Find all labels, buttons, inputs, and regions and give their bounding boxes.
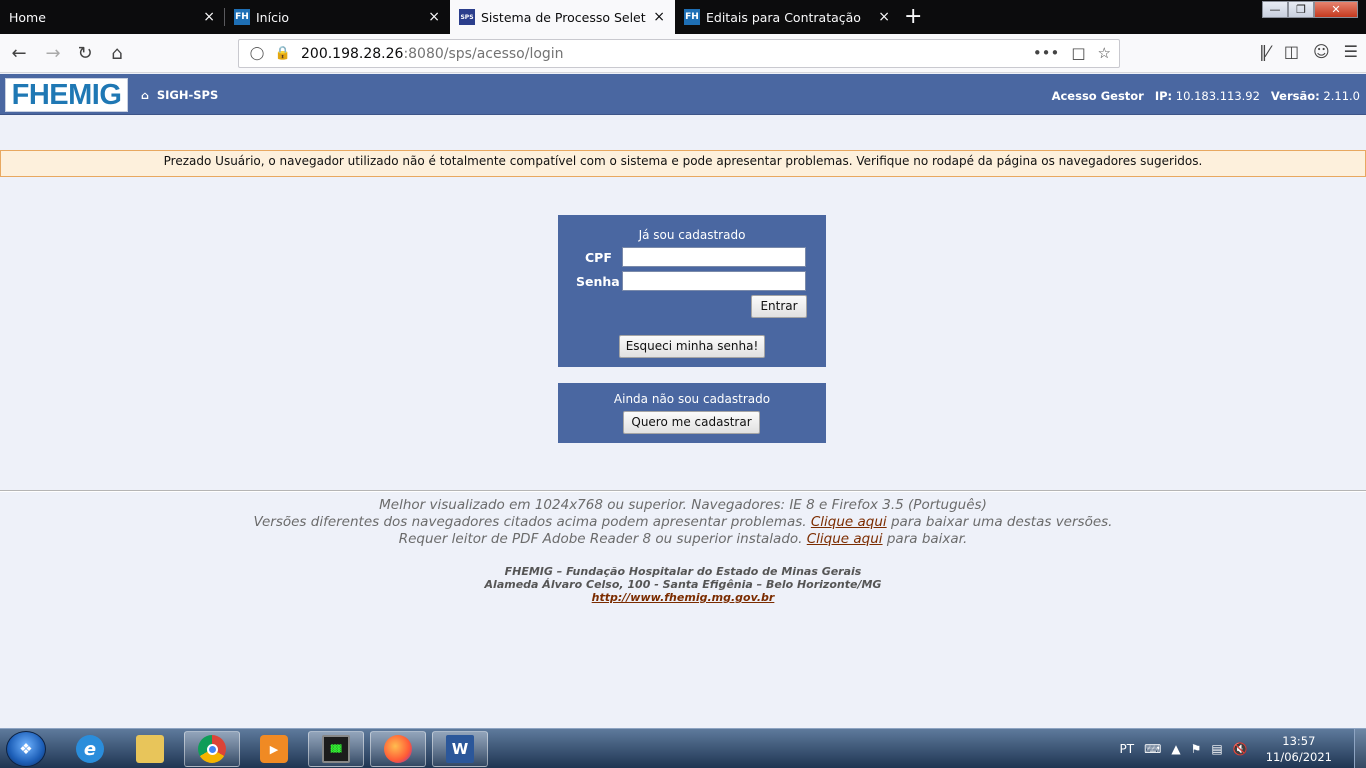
url-host: 200.198.28.26 xyxy=(301,45,404,62)
register-heading: Ainda não sou cadastrado xyxy=(613,392,771,406)
sps-icon: SPS xyxy=(459,9,475,25)
register-button[interactable]: Quero me cadastrar xyxy=(623,411,760,434)
forward-icon[interactable]: → xyxy=(42,42,64,64)
chrome-icon[interactable] xyxy=(184,731,240,767)
tab-inicio[interactable]: FH Início × xyxy=(225,0,450,34)
network-icon[interactable]: ▤ xyxy=(1211,742,1222,756)
clock-date: 11/06/2021 xyxy=(1265,750,1332,764)
senha-input[interactable] xyxy=(622,271,806,291)
home-link-label: SIGH-SPS xyxy=(156,88,219,102)
footer-line-2-text: Versões diferentes dos navegadores citad… xyxy=(253,514,807,530)
home-icon[interactable]: ⌂ xyxy=(106,42,128,64)
system-monitor-icon[interactable]: ▓▓ xyxy=(308,731,364,767)
volume-muted-icon[interactable]: 🔇 xyxy=(1233,742,1248,756)
reload-icon[interactable]: ↻ xyxy=(74,42,96,64)
home-icon: ⌂ xyxy=(141,88,149,102)
language-indicator[interactable]: PT xyxy=(1120,742,1135,756)
clock[interactable]: 13:57 11/06/2021 xyxy=(1266,733,1332,765)
versao-value: 2.11.0 xyxy=(1323,89,1360,103)
fh-icon: FH xyxy=(234,9,250,25)
org-website-link[interactable]: http://www.fhemig.mg.gov.br xyxy=(592,591,775,604)
windows-taskbar: ❖ e ▶ ▓▓ W PT ⌨ ▲ ⚑ ▤ 🔇 13:57 11/06/2021 xyxy=(0,728,1366,768)
show-desktop-button[interactable] xyxy=(1354,729,1366,768)
tab-close-icon[interactable]: × xyxy=(428,9,440,25)
menu-icon[interactable]: ☰ xyxy=(1344,42,1358,61)
sidebar-icon[interactable]: ◫ xyxy=(1284,42,1299,61)
tab-editais[interactable]: FH Editais para Contratação × xyxy=(675,0,900,34)
site-header: FHEMIG ⌂ SIGH-SPS Acesso Gestor IP: 10.1… xyxy=(0,74,1366,115)
header-info: Acesso Gestor IP: 10.183.113.92 Versão: … xyxy=(1052,89,1360,103)
footer-line-1: Melhor visualizado em 1024x768 ou superi… xyxy=(379,497,987,513)
download-adobe-reader-link[interactable]: Clique aqui xyxy=(807,531,883,547)
url-bar[interactable]: ◯ 🔒 200.198.28.26:8080/sps/acesso/login … xyxy=(238,39,1120,68)
tab-close-icon[interactable]: × xyxy=(203,9,215,25)
browser-warning-banner: Prezado Usuário, o navegador utilizado n… xyxy=(0,150,1366,177)
tab-close-icon[interactable]: × xyxy=(653,9,665,25)
pocket-icon[interactable]: □ xyxy=(1071,44,1085,62)
fhemig-logo[interactable]: FHEMIG xyxy=(5,78,128,112)
download-browsers-link[interactable]: Clique aqui xyxy=(811,514,887,530)
keyboard-icon[interactable]: ⌨ xyxy=(1144,742,1161,756)
firefox-icon[interactable] xyxy=(370,731,426,767)
file-explorer-icon[interactable] xyxy=(122,731,178,767)
word-icon[interactable]: W xyxy=(432,731,488,767)
login-heading: Já sou cadastrado xyxy=(638,228,746,242)
clock-time: 13:57 xyxy=(1282,734,1316,748)
tab-home[interactable]: Home × xyxy=(0,0,225,34)
footer-organization: FHEMIG – Fundação Hospitalar do Estado d… xyxy=(0,565,1366,604)
ip-value: 10.183.113.92 xyxy=(1175,89,1260,103)
window-close-icon[interactable]: ✕ xyxy=(1314,1,1358,18)
internet-explorer-icon[interactable]: e xyxy=(62,731,118,767)
ip-label: IP: xyxy=(1154,89,1173,103)
footer-divider xyxy=(0,490,1366,492)
login-panel: Já sou cadastrado CPF Senha Entrar Esque… xyxy=(558,215,826,367)
minimize-icon[interactable]: — xyxy=(1262,1,1288,18)
footer-browser-info: Melhor visualizado em 1024x768 ou superi… xyxy=(0,497,1366,548)
org-name: FHEMIG – Fundação Hospitalar do Estado d… xyxy=(504,565,862,578)
cpf-input[interactable] xyxy=(622,247,806,267)
library-icon[interactable]: ‖⁄ xyxy=(1259,42,1270,61)
account-icon[interactable]: ☺ xyxy=(1313,42,1330,61)
versao-label: Versão: xyxy=(1270,89,1320,103)
url-path: :8080/sps/acesso/login xyxy=(403,45,564,62)
url-text[interactable]: 200.198.28.26:8080/sps/acesso/login xyxy=(301,46,564,62)
new-tab-icon[interactable]: + xyxy=(904,4,922,29)
window-controls: — ❐ ✕ xyxy=(1262,1,1358,18)
media-player-icon[interactable]: ▶ xyxy=(246,731,302,767)
register-panel: Ainda não sou cadastrado Quero me cadast… xyxy=(558,383,826,443)
entrar-button[interactable]: Entrar xyxy=(751,295,807,318)
tab-title: Home xyxy=(9,9,46,25)
forgot-password-button[interactable]: Esqueci minha senha! xyxy=(619,335,765,358)
footer-line-3-suffix: para baixar. xyxy=(886,531,968,547)
tab-close-icon[interactable]: × xyxy=(878,9,890,25)
footer-line-2: Versões diferentes dos navegadores citad… xyxy=(0,514,1366,531)
footer-line-2-suffix: para baixar uma destas versões. xyxy=(890,514,1113,530)
bookmark-star-icon[interactable]: ☆ xyxy=(1098,44,1111,62)
system-tray: PT ⌨ ▲ ⚑ ▤ 🔇 13:57 11/06/2021 xyxy=(1120,729,1366,768)
tab-title: Sistema de Processo Seletivo - F xyxy=(481,9,646,25)
fh-icon: FH xyxy=(684,9,700,25)
tab-title: Editais para Contratação xyxy=(706,9,861,25)
insecure-lock-icon[interactable]: 🔒 xyxy=(273,46,293,61)
page-actions-icon[interactable]: ••• xyxy=(1033,44,1060,62)
tab-sistema-processo-seletivo[interactable]: SPS Sistema de Processo Seletivo - F × xyxy=(450,0,675,34)
browser-tab-strip: Home × FH Início × SPS Sistema de Proces… xyxy=(0,0,1366,34)
restore-icon[interactable]: ❐ xyxy=(1288,1,1314,18)
back-icon[interactable]: ← xyxy=(8,42,30,64)
footer-line-3: Requer leitor de PDF Adobe Reader 8 ou s… xyxy=(0,531,1366,548)
browser-nav-bar: ← → ↻ ⌂ ◯ 🔒 200.198.28.26:8080/sps/acess… xyxy=(0,34,1366,73)
start-button[interactable]: ❖ xyxy=(6,731,46,767)
cpf-label: CPF xyxy=(585,250,612,265)
shield-icon[interactable]: ◯ xyxy=(247,46,267,61)
home-link[interactable]: ⌂ SIGH-SPS xyxy=(141,88,218,102)
org-address: Alameda Álvaro Celso, 100 - Santa Efigên… xyxy=(484,578,882,591)
show-hidden-icons-icon[interactable]: ▲ xyxy=(1171,742,1180,756)
action-center-flag-icon[interactable]: ⚑ xyxy=(1191,742,1202,756)
senha-label: Senha xyxy=(576,274,620,289)
warning-text: Prezado Usuário, o navegador utilizado n… xyxy=(163,154,1203,168)
tab-title: Início xyxy=(256,9,290,25)
footer-line-3-text: Requer leitor de PDF Adobe Reader 8 ou s… xyxy=(398,531,803,547)
logo-text: FHEMIG xyxy=(11,78,122,111)
acesso-gestor-link[interactable]: Acesso Gestor xyxy=(1052,89,1144,103)
